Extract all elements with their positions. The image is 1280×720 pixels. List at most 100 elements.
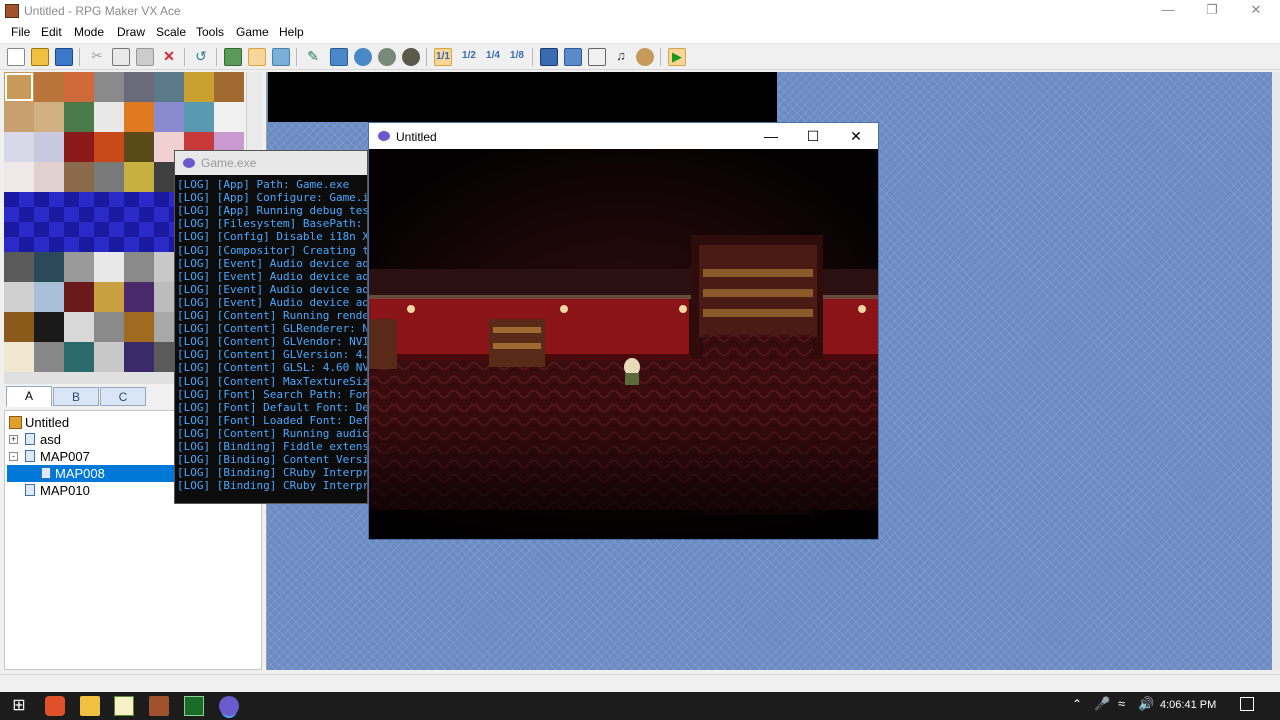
expand-icon[interactable]: + xyxy=(9,435,18,444)
tile[interactable] xyxy=(154,102,184,132)
resource-manager-icon[interactable] xyxy=(564,48,582,66)
close-icon[interactable]: ✕ xyxy=(841,127,871,145)
tab-a[interactable]: A xyxy=(6,386,52,407)
speaker-icon[interactable]: 🔊 xyxy=(1138,696,1154,712)
tile[interactable] xyxy=(124,252,154,282)
menu-mode[interactable]: Mode xyxy=(74,25,104,39)
tile[interactable] xyxy=(124,162,154,192)
clock[interactable]: 4:06:41 PM xyxy=(1160,699,1216,711)
tile[interactable] xyxy=(94,312,124,342)
menu-scale[interactable]: Scale xyxy=(156,25,186,39)
tile[interactable] xyxy=(124,312,154,342)
file-explorer-icon[interactable] xyxy=(80,696,100,716)
delete-icon[interactable]: ✕ xyxy=(160,48,178,66)
tile[interactable] xyxy=(34,102,64,132)
tile[interactable] xyxy=(64,342,94,372)
copy-icon[interactable] xyxy=(112,48,130,66)
notepad-icon[interactable] xyxy=(114,696,134,716)
zoom-1-1-icon[interactable]: 1/1 xyxy=(434,48,452,66)
open-project-icon[interactable] xyxy=(31,48,49,66)
ellipse-icon[interactable] xyxy=(354,48,372,66)
rectangle-icon[interactable] xyxy=(330,48,348,66)
game-window[interactable]: Untitled — ☐ ✕ xyxy=(368,122,879,540)
zoom-1-8-icon[interactable]: 1/8 xyxy=(508,48,526,66)
map-layer-icon[interactable] xyxy=(224,48,242,66)
tile[interactable] xyxy=(4,252,34,282)
tile[interactable] xyxy=(154,72,184,102)
tile[interactable] xyxy=(64,312,94,342)
pencil-icon[interactable]: ✎ xyxy=(304,48,322,66)
restore-icon[interactable]: ❐ xyxy=(1190,0,1234,22)
tile[interactable] xyxy=(124,282,154,312)
menu-tools[interactable]: Tools xyxy=(196,25,224,39)
tile[interactable] xyxy=(94,72,124,102)
menu-edit[interactable]: Edit xyxy=(41,25,62,39)
database-icon[interactable] xyxy=(540,48,558,66)
menu-help[interactable]: Help xyxy=(279,25,304,39)
collapse-icon[interactable]: - xyxy=(9,452,18,461)
start-icon[interactable]: ⊞ xyxy=(9,696,29,716)
tile[interactable] xyxy=(64,252,94,282)
tile[interactable] xyxy=(124,132,154,162)
tree-item-project[interactable]: Untitled xyxy=(7,414,177,431)
tree-item-map007[interactable]: - MAP007 xyxy=(7,448,177,465)
console-window[interactable]: Game.exe [LOG] [App] Path: Game.exe [LOG]… xyxy=(174,150,368,504)
game-title-bar[interactable]: Untitled — ☐ ✕ xyxy=(369,123,878,149)
rpg-maker-icon[interactable] xyxy=(149,696,169,716)
close-icon[interactable]: ✕ xyxy=(1234,0,1278,22)
menu-draw[interactable]: Draw xyxy=(117,25,145,39)
tile[interactable] xyxy=(124,102,154,132)
tile[interactable] xyxy=(184,72,214,102)
map-scrollbar[interactable] xyxy=(1272,72,1280,670)
tile[interactable] xyxy=(4,72,34,102)
tile[interactable] xyxy=(124,342,154,372)
tile[interactable] xyxy=(94,342,124,372)
tile[interactable] xyxy=(4,312,34,342)
tile[interactable] xyxy=(64,282,94,312)
tile[interactable] xyxy=(34,72,64,102)
minimize-icon[interactable]: — xyxy=(756,127,786,145)
tile[interactable] xyxy=(94,282,124,312)
tile[interactable] xyxy=(4,342,34,372)
tree-item-map010[interactable]: MAP010 xyxy=(7,482,177,499)
character-generator-icon[interactable] xyxy=(636,48,654,66)
paste-icon[interactable] xyxy=(136,48,154,66)
tile[interactable] xyxy=(64,102,94,132)
tile[interactable] xyxy=(4,102,34,132)
tile[interactable] xyxy=(214,72,244,102)
undo-icon[interactable]: ↺ xyxy=(192,48,210,66)
tree-item-asd[interactable]: + asd xyxy=(7,431,177,448)
save-icon[interactable] xyxy=(55,48,73,66)
new-project-icon[interactable] xyxy=(7,48,25,66)
console-title[interactable]: Game.exe xyxy=(175,151,367,175)
minimize-icon[interactable]: — xyxy=(1146,0,1190,22)
menu-game[interactable]: Game xyxy=(236,25,269,39)
tree-item-map008[interactable]: MAP008 xyxy=(7,465,177,482)
menu-file[interactable]: File xyxy=(11,25,30,39)
terminal-icon[interactable] xyxy=(184,696,204,716)
tile[interactable] xyxy=(94,252,124,282)
event-layer-icon[interactable] xyxy=(248,48,266,66)
chevron-up-icon[interactable]: ⌃ xyxy=(1072,697,1082,711)
tile[interactable] xyxy=(64,72,94,102)
zoom-1-2-icon[interactable]: 1/2 xyxy=(460,48,478,66)
brave-icon[interactable] xyxy=(45,696,65,716)
tile[interactable] xyxy=(124,72,154,102)
tile[interactable] xyxy=(34,282,64,312)
shadow-pen-icon[interactable] xyxy=(402,48,420,66)
flood-fill-icon[interactable] xyxy=(378,48,396,66)
tile[interactable] xyxy=(4,132,34,162)
map-region[interactable] xyxy=(268,72,777,122)
tile[interactable] xyxy=(34,132,64,162)
tile[interactable] xyxy=(4,162,34,192)
tile[interactable] xyxy=(4,282,34,312)
notification-icon[interactable] xyxy=(1240,697,1254,711)
tile[interactable] xyxy=(184,102,214,132)
game-icon[interactable] xyxy=(219,696,239,716)
tile[interactable] xyxy=(34,252,64,282)
maximize-icon[interactable]: ☐ xyxy=(798,127,828,145)
tile[interactable] xyxy=(64,162,94,192)
tile[interactable] xyxy=(94,102,124,132)
playtest-icon[interactable]: ▶ xyxy=(668,48,686,66)
zoom-1-4-icon[interactable]: 1/4 xyxy=(484,48,502,66)
